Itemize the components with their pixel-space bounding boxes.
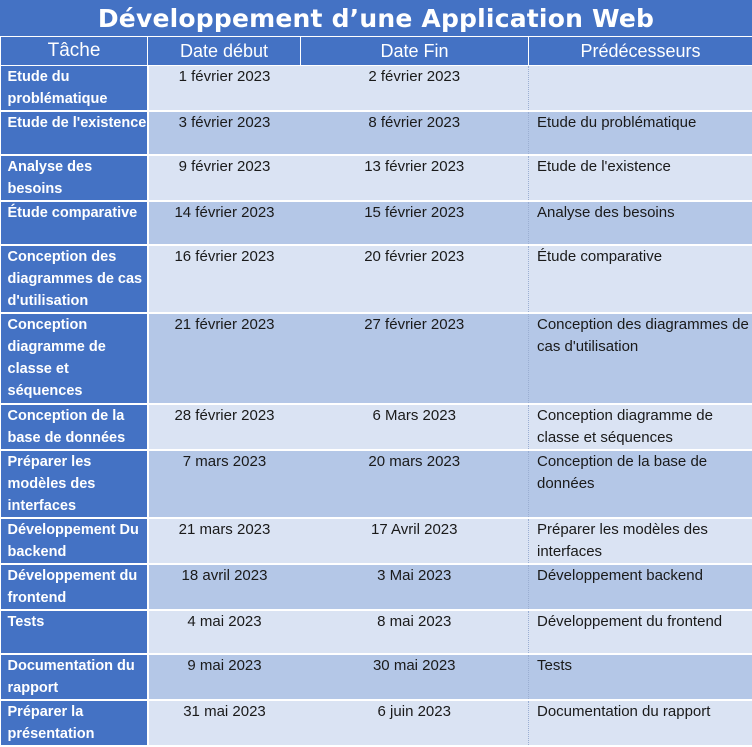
predecessor-cell: Développement du frontend: [529, 610, 752, 654]
schedule-table: Tâche Date début Date Fin Prédécesseurs …: [0, 36, 752, 747]
start-date-cell: 9 mai 2023: [148, 654, 301, 700]
start-date-cell: 18 avril 2023: [148, 564, 301, 610]
task-cell: Préparer la présentation: [1, 700, 148, 746]
start-date-cell: 21 février 2023: [148, 313, 301, 404]
task-cell: Préparer les modèles des interfaces: [1, 450, 148, 518]
predecessor-cell: Conception diagramme de classe et séquen…: [529, 404, 752, 450]
end-date-cell: 20 mars 2023: [301, 450, 529, 518]
start-date-cell: 1 février 2023: [148, 66, 301, 112]
table-row: Préparer les modèles des interfaces7 mar…: [1, 450, 752, 518]
table-row: Conception de la base de données28 févri…: [1, 404, 752, 450]
end-date-cell: 13 février 2023: [301, 155, 529, 201]
table-row: Conception diagramme de classe et séquen…: [1, 313, 752, 404]
header-end-date: Date Fin: [301, 37, 529, 66]
predecessor-cell: Tests: [529, 654, 752, 700]
task-cell: Etude de l'existence: [1, 111, 148, 155]
predecessor-cell: Préparer les modèles des interfaces: [529, 518, 752, 564]
task-cell: Conception de la base de données: [1, 404, 148, 450]
predecessor-cell: Analyse des besoins: [529, 201, 752, 245]
end-date-cell: 6 juin 2023: [301, 700, 529, 746]
predecessor-cell: Développement backend: [529, 564, 752, 610]
predecessor-cell: Etude de l'existence: [529, 155, 752, 201]
table-row: Développement Du backend21 mars 202317 A…: [1, 518, 752, 564]
start-date-cell: 3 février 2023: [148, 111, 301, 155]
end-date-cell: 2 février 2023: [301, 66, 529, 112]
task-cell: Étude comparative: [1, 201, 148, 245]
table-row: Conception des diagrammes de cas d'utili…: [1, 245, 752, 313]
header-task: Tâche: [1, 37, 148, 66]
end-date-cell: 17 Avril 2023: [301, 518, 529, 564]
start-date-cell: 31 mai 2023: [148, 700, 301, 746]
table-title: Développement d’une Application Web: [0, 0, 752, 36]
table-row: Développement du frontend18 avril 20233 …: [1, 564, 752, 610]
end-date-cell: 8 mai 2023: [301, 610, 529, 654]
task-cell: Conception des diagrammes de cas d'utili…: [1, 245, 148, 313]
start-date-cell: 7 mars 2023: [148, 450, 301, 518]
end-date-cell: 6 Mars 2023: [301, 404, 529, 450]
task-cell: Etude du problématique: [1, 66, 148, 112]
end-date-cell: 3 Mai 2023: [301, 564, 529, 610]
predecessor-cell: [529, 66, 752, 112]
table-row: Documentation du rapport9 mai 202330 mai…: [1, 654, 752, 700]
table-row: Etude de l'existence3 février 20238 févr…: [1, 111, 752, 155]
header-row: Tâche Date début Date Fin Prédécesseurs: [1, 37, 752, 66]
end-date-cell: 27 février 2023: [301, 313, 529, 404]
end-date-cell: 15 février 2023: [301, 201, 529, 245]
start-date-cell: 14 février 2023: [148, 201, 301, 245]
start-date-cell: 21 mars 2023: [148, 518, 301, 564]
end-date-cell: 8 février 2023: [301, 111, 529, 155]
task-cell: Tests: [1, 610, 148, 654]
start-date-cell: 4 mai 2023: [148, 610, 301, 654]
predecessor-cell: Conception de la base de données: [529, 450, 752, 518]
table-row: Étude comparative14 février 202315 févri…: [1, 201, 752, 245]
task-cell: Documentation du rapport: [1, 654, 148, 700]
table-row: Analyse des besoins9 février 202313 févr…: [1, 155, 752, 201]
end-date-cell: 20 février 2023: [301, 245, 529, 313]
header-start-date: Date début: [148, 37, 301, 66]
predecessor-cell: Etude du problématique: [529, 111, 752, 155]
task-cell: Analyse des besoins: [1, 155, 148, 201]
table-row: Tests4 mai 20238 mai 2023Développement d…: [1, 610, 752, 654]
start-date-cell: 28 février 2023: [148, 404, 301, 450]
task-cell: Conception diagramme de classe et séquen…: [1, 313, 148, 404]
start-date-cell: 16 février 2023: [148, 245, 301, 313]
predecessor-cell: Étude comparative: [529, 245, 752, 313]
end-date-cell: 30 mai 2023: [301, 654, 529, 700]
header-predecessors: Prédécesseurs: [529, 37, 752, 66]
schedule-sheet: Développement d’une Application Web Tâch…: [0, 0, 752, 737]
predecessor-cell: Documentation du rapport: [529, 700, 752, 746]
predecessor-cell: Conception des diagrammes de cas d'utili…: [529, 313, 752, 404]
table-row: Préparer la présentation31 mai 20236 jui…: [1, 700, 752, 746]
start-date-cell: 9 février 2023: [148, 155, 301, 201]
task-cell: Développement Du backend: [1, 518, 148, 564]
task-cell: Développement du frontend: [1, 564, 148, 610]
table-row: Etude du problématique1 février 20232 fé…: [1, 66, 752, 112]
